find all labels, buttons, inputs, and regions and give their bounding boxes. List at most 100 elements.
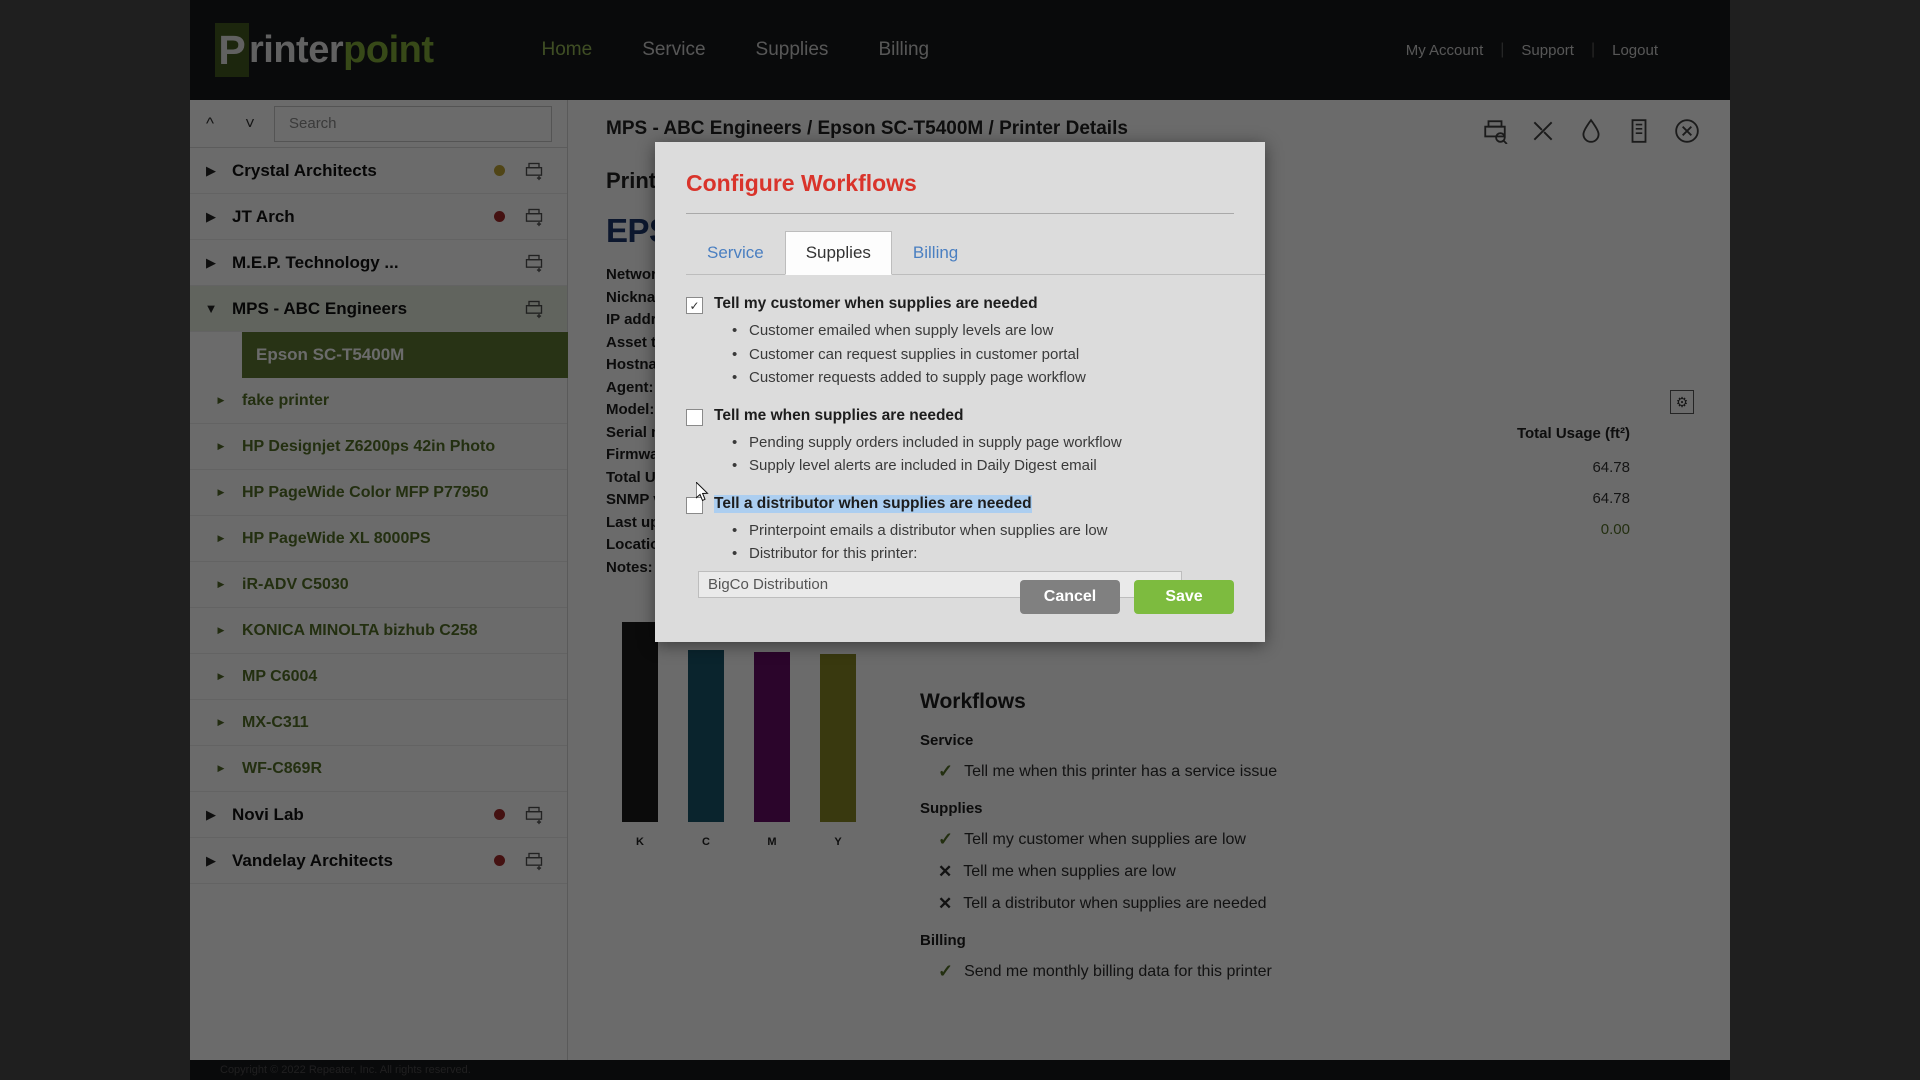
triangle-right-icon[interactable]: ▶ — [190, 853, 232, 869]
sidebar: ^ ˅ Search ▶ Crystal Architects ▶ JT Arc… — [190, 100, 568, 1060]
status-dot — [494, 809, 505, 820]
tab-supplies[interactable]: Supplies — [785, 231, 892, 275]
chevron-up-icon[interactable]: ^ — [190, 100, 230, 147]
checkbox-tell-my-customer[interactable]: ✓ — [686, 297, 703, 314]
chart-label-c: C — [688, 836, 724, 848]
sidebar-item-epson-sc-t5400m[interactable]: Epson SC-T5400M — [242, 332, 568, 378]
triangle-right-icon[interactable]: ▶ — [200, 625, 242, 636]
triangle-right-icon[interactable]: ▶ — [200, 441, 242, 452]
workflow-group-service: Service — [920, 732, 1700, 749]
bullet: Supply level alerts are included in Dail… — [732, 454, 1234, 478]
sidebar-item-fake-printer[interactable]: ▶ fake printer — [190, 378, 567, 424]
nav-item-logout[interactable]: Logout — [1595, 42, 1675, 59]
cell-total-usage: 64.78 — [1592, 459, 1630, 476]
triangle-right-icon[interactable]: ▶ — [200, 579, 242, 590]
usage-gear-icon[interactable]: ⚙ — [1670, 390, 1694, 414]
sidebar-item-mep-technology[interactable]: ▶ M.E.P. Technology ... — [190, 240, 567, 286]
nav-item-billing[interactable]: Billing — [878, 39, 929, 61]
sidebar-item-ir-adv-c5030[interactable]: ▶ iR-ADV C5030 — [190, 562, 567, 608]
sidebar-item-mp-c6004[interactable]: ▶ MP C6004 — [190, 654, 567, 700]
sidebar-item-hp-pagewide-color[interactable]: ▶ HP PageWide Color MFP P77950 — [190, 470, 567, 516]
sidebar-item-novi-lab[interactable]: ▶ Novi Lab — [190, 792, 567, 838]
option-label: Tell me when supplies are needed — [714, 407, 964, 425]
option-tell-distributor[interactable]: Tell a distributor when supplies are nee… — [686, 495, 1234, 514]
close-icon[interactable] — [1674, 118, 1700, 144]
printer-add-icon[interactable] — [523, 161, 545, 181]
option-tell-my-customer[interactable]: ✓ Tell my customer when supplies are nee… — [686, 295, 1234, 314]
sidebar-item-label: WF-C869R — [242, 760, 322, 778]
sidebar-item-label: HP PageWide XL 8000PS — [242, 530, 431, 548]
sidebar-item-crystal-architects[interactable]: ▶ Crystal Architects — [190, 148, 567, 194]
option-tell-me[interactable]: Tell me when supplies are needed — [686, 407, 1234, 426]
sidebar-item-label: Vandelay Architects — [232, 851, 393, 871]
sidebar-item-vandelay-architects[interactable]: ▶ Vandelay Architects — [190, 838, 567, 884]
bullet: Customer can request supplies in custome… — [732, 343, 1234, 367]
dialog-actions: Cancel Save — [1020, 580, 1234, 614]
main-nav: Home Service Supplies Billing — [542, 39, 930, 61]
sidebar-item-hp-designjet[interactable]: ▶ HP Designjet Z6200ps 42in Photo — [190, 424, 567, 470]
chevron-down-icon[interactable]: ˅ — [230, 100, 270, 147]
sidebar-item-mps-abc-engineers[interactable]: ▼ MPS - ABC Engineers — [190, 286, 567, 332]
sidebar-item-label: MPS - ABC Engineers — [232, 299, 407, 319]
option-label: Tell my customer when supplies are neede… — [714, 295, 1038, 313]
sidebar-item-jt-arch[interactable]: ▶ JT Arch — [190, 194, 567, 240]
printer-add-icon[interactable] — [523, 805, 545, 825]
triangle-right-icon[interactable]: ▶ — [190, 163, 232, 179]
tab-billing[interactable]: Billing — [892, 231, 979, 275]
chart-bar-k — [622, 622, 658, 822]
search-input[interactable]: Search — [274, 106, 552, 142]
right-gutter — [1730, 0, 1920, 1080]
sidebar-item-hp-pagewide-xl[interactable]: ▶ HP PageWide XL 8000PS — [190, 516, 567, 562]
triangle-right-icon[interactable]: ▶ — [200, 487, 242, 498]
nav-item-support[interactable]: Support — [1504, 42, 1591, 59]
cell-total-usage: 64.78 — [1592, 490, 1630, 507]
chart-label-y: Y — [820, 836, 856, 848]
printer-add-icon[interactable] — [523, 253, 545, 273]
triangle-right-icon[interactable]: ▶ — [200, 763, 242, 774]
workflows-panel: Workflows ⚙ Service ✓ Tell me when this … — [920, 690, 1700, 982]
printer-search-icon[interactable] — [1482, 118, 1508, 144]
triangle-right-icon[interactable]: ▶ — [200, 533, 242, 544]
sidebar-item-mx-c311[interactable]: ▶ MX-C311 — [190, 700, 567, 746]
nav-item-service[interactable]: Service — [642, 39, 705, 61]
nav-item-home[interactable]: Home — [542, 39, 593, 61]
sidebar-item-label: Crystal Architects — [232, 161, 377, 181]
sidebar-item-wf-c869r[interactable]: ▶ WF-C869R — [190, 746, 567, 792]
sidebar-item-label: Novi Lab — [232, 805, 304, 825]
sidebar-item-konica-minolta[interactable]: ▶ KONICA MINOLTA bizhub C258 — [190, 608, 567, 654]
triangle-right-icon[interactable]: ▶ — [190, 255, 232, 271]
wrench-icon[interactable] — [1530, 118, 1556, 144]
workflow-item: ✓ Tell my customer when supplies are low — [920, 829, 1700, 850]
ink-drop-icon[interactable] — [1578, 118, 1604, 144]
nav-item-supplies[interactable]: Supplies — [756, 39, 829, 61]
bullet: Printerpoint emails a distributor when s… — [732, 519, 1234, 543]
triangle-right-icon[interactable]: ▶ — [190, 807, 232, 823]
billing-icon[interactable] — [1626, 118, 1652, 144]
triangle-right-icon[interactable]: ▶ — [200, 395, 242, 406]
tab-service[interactable]: Service — [686, 231, 785, 275]
cancel-button[interactable]: Cancel — [1020, 580, 1120, 614]
distributor-select-value: BigCo Distribution — [708, 576, 828, 593]
logo-text-printer: rinter — [249, 29, 343, 72]
nav-item-my-account[interactable]: My Account — [1389, 42, 1501, 59]
sidebar-item-label: iR-ADV C5030 — [242, 576, 349, 594]
triangle-down-icon[interactable]: ▼ — [190, 301, 232, 316]
logo-p-box: P — [215, 23, 249, 77]
triangle-right-icon[interactable]: ▶ — [200, 717, 242, 728]
triangle-right-icon[interactable]: ▶ — [200, 671, 242, 682]
save-button[interactable]: Save — [1134, 580, 1234, 614]
triangle-right-icon[interactable]: ▶ — [190, 209, 232, 225]
check-icon: ✓ — [938, 961, 953, 982]
sidebar-item-label: fake printer — [242, 392, 329, 410]
workflow-item-label: Send me monthly billing data for this pr… — [964, 963, 1272, 981]
sidebar-item-label: Epson SC-T5400M — [256, 345, 404, 365]
printerpoint-logo[interactable]: P rinter point — [215, 22, 434, 78]
printer-add-icon[interactable] — [523, 207, 545, 227]
left-gutter — [0, 0, 190, 1080]
workflow-item: ✓ Send me monthly billing data for this … — [920, 961, 1700, 982]
printer-add-icon[interactable] — [523, 299, 545, 319]
bullet: Customer requests added to supply page w… — [732, 366, 1234, 390]
sidebar-item-label: M.E.P. Technology ... — [232, 253, 399, 273]
checkbox-tell-me[interactable] — [686, 409, 703, 426]
printer-add-icon[interactable] — [523, 851, 545, 871]
